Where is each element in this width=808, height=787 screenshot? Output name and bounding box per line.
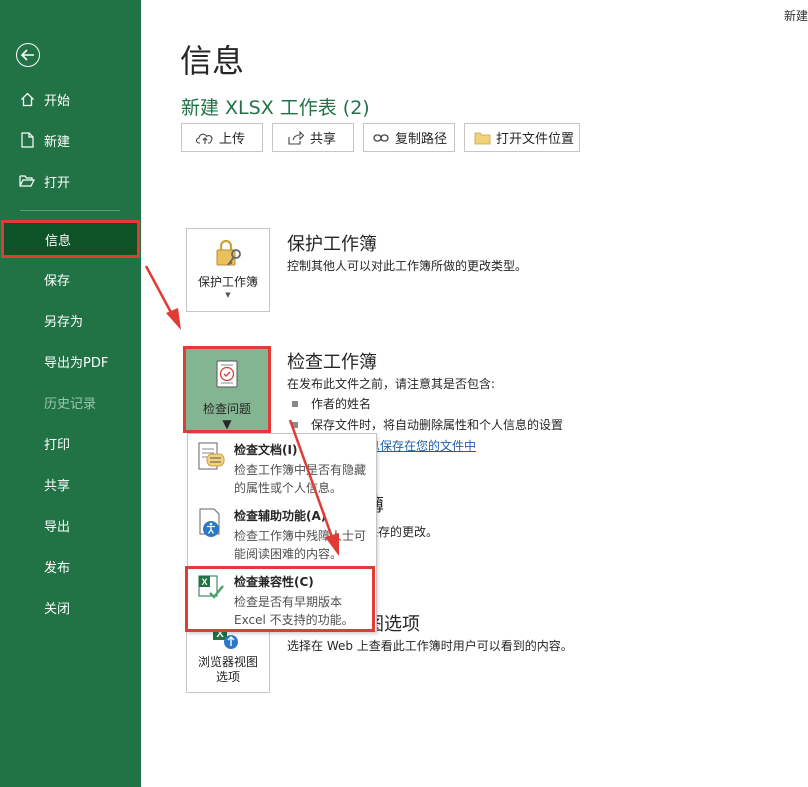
menu-item-desc: 检查工作簿中残障人士可能阅读困难的内容。 [234, 529, 367, 561]
lock-key-icon [212, 238, 244, 273]
link-icon [372, 130, 390, 146]
upload-button[interactable]: 上传 [181, 123, 263, 152]
document-name: 新建 XLSX 工作表 (2) [181, 97, 370, 119]
open-location-label: 打开文件位置 [496, 132, 575, 147]
sidebar-item-save-as[interactable]: 另存为 [0, 301, 141, 339]
page-title: 信息 [180, 42, 245, 80]
sidebar-item-new[interactable]: 新建 [0, 121, 141, 159]
sidebar-item-label: 打开 [44, 175, 71, 191]
sidebar-item-label: 导出为PDF [44, 355, 109, 371]
sidebar-item-close[interactable]: 关闭 [0, 588, 141, 626]
share-label: 共享 [310, 132, 337, 147]
sidebar-item-label: 打印 [44, 437, 71, 453]
protect-workbook-button[interactable]: 保护工作簿 ▼ [186, 228, 270, 312]
browser-view-line1: 浏览器视图 [197, 655, 258, 669]
highlight-box [185, 566, 375, 632]
inspect-bullet: 作者的姓名 [292, 395, 371, 412]
chevron-down-icon: ▼ [222, 417, 232, 431]
sidebar-item-label: 导出 [44, 519, 71, 535]
sidebar-item-label: 信息 [45, 233, 72, 249]
sidebar-item-label: 关闭 [44, 601, 71, 617]
menu-item-inspect-document[interactable]: 检查文档(I) 检查工作簿中是否有隐藏的属性或个人信息。 [188, 434, 376, 500]
menu-item-check-accessibility[interactable]: 检查辅助功能(A) 检查工作簿中残障人士可能阅读困难的内容。 [188, 500, 376, 566]
protect-button-label: 保护工作簿 [197, 275, 258, 289]
sidebar-item-label: 历史记录 [44, 396, 97, 412]
sidebar-divider [20, 210, 120, 211]
menu-item-desc: 检查工作簿中是否有隐藏的属性或个人信息。 [234, 463, 367, 495]
accessibility-icon [197, 507, 227, 537]
protect-section-title: 保护工作簿 [287, 234, 377, 255]
sidebar-item-publish[interactable]: 发布 [0, 547, 141, 585]
sidebar-item-print[interactable]: 打印 [0, 424, 141, 462]
sidebar-item-share[interactable]: 共享 [0, 465, 141, 503]
sidebar-item-label: 共享 [44, 478, 71, 494]
sidebar-item-label: 另存为 [44, 314, 84, 330]
browser-section-desc: 选择在 Web 上查看此工作簿时用户可以看到的内容。 [287, 639, 573, 653]
sidebar-item-export[interactable]: 导出 [0, 506, 141, 544]
home-icon [19, 91, 35, 107]
upload-label: 上传 [219, 132, 246, 147]
sidebar-item-label: 发布 [44, 560, 71, 576]
sidebar-item-save[interactable]: 保存 [0, 260, 141, 298]
sidebar-item-label: 开始 [44, 93, 71, 109]
inspect-bullet: 保存文件时，将自动删除属性和个人信息的设置 [292, 416, 563, 433]
sidebar-item-label: 保存 [44, 273, 71, 289]
personal-info-link[interactable]: 息保存在您的文件中 [368, 437, 476, 454]
open-location-button[interactable]: 打开文件位置 [464, 123, 580, 152]
open-folder-icon [19, 173, 35, 189]
cloud-upload-icon [196, 130, 214, 146]
window-title-fragment: 新建 [783, 9, 808, 23]
folder-icon [473, 130, 491, 146]
sidebar-item-history: 历史记录 [0, 383, 141, 421]
sidebar-item-label: 新建 [44, 134, 71, 150]
menu-item-title: 检查辅助功能(A) [234, 509, 327, 523]
sidebar-item-open[interactable]: 打开 [0, 162, 141, 200]
back-arrow-icon[interactable] [16, 43, 40, 67]
menu-item-title: 检查文档(I) [234, 443, 298, 457]
arrow-head-icon [166, 308, 181, 330]
inspect-section-desc: 在发布此文件之前，请注意其是否包含: [287, 377, 496, 391]
copy-path-button[interactable]: 复制路径 [363, 123, 455, 152]
backstage-sidebar: 开始 新建 打开 信息 保存 另存为 导出为PDF 历史记录 打印 共享 导出 … [0, 0, 141, 787]
sidebar-item-export-pdf[interactable]: 导出为PDF [0, 342, 141, 380]
browser-view-line2: 选项 [215, 670, 240, 684]
chevron-down-icon: ▼ [225, 291, 231, 299]
inspect-section-title: 检查工作簿 [287, 352, 377, 373]
inspect-button-label: 检查问题 [202, 402, 251, 416]
new-document-icon [19, 132, 35, 148]
sidebar-item-info[interactable]: 信息 [1, 220, 140, 258]
sidebar-item-home[interactable]: 开始 [0, 80, 141, 118]
checklist-icon [212, 359, 242, 392]
copy-path-label: 复制路径 [395, 132, 448, 147]
protect-section-desc: 控制其他人可以对此工作簿所做的更改类型。 [287, 259, 528, 273]
inspect-issues-button[interactable]: 检查问题 ▼ [183, 346, 271, 433]
share-button[interactable]: 共享 [272, 123, 354, 152]
inspect-document-icon [197, 441, 227, 471]
share-icon [287, 130, 305, 146]
